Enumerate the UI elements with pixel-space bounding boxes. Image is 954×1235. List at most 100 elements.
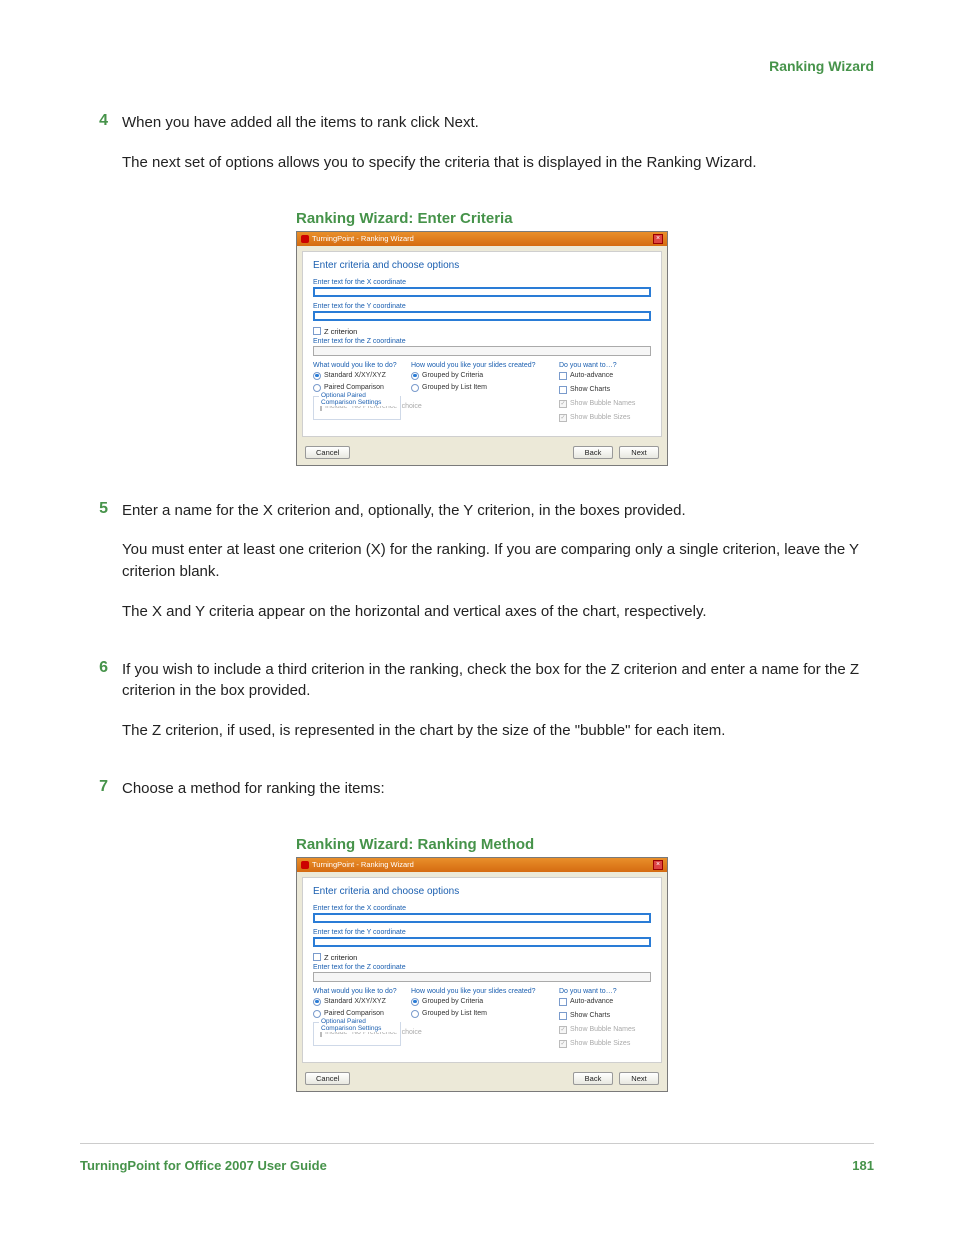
bubble-names-checkbox	[559, 400, 567, 408]
dialog-buttons: Cancel Back Next	[297, 1068, 667, 1091]
col-slides: How would you like your slides created? …	[411, 362, 549, 426]
page-content: 4 When you have added all the items to r…	[90, 112, 874, 1092]
g2-label: How would you like your slides created?	[411, 362, 549, 369]
step-number: 4	[90, 112, 108, 192]
g1-opt1[interactable]: Standard X/XY/XYZ	[313, 372, 401, 380]
dialog-heading: Enter criteria and choose options	[313, 260, 651, 271]
bubble-names-checkbox	[559, 1026, 567, 1034]
g2-label: How would you like your slides created?	[411, 988, 549, 995]
auto-advance-label: Auto-advance	[570, 372, 613, 379]
x-label: Enter text for the X coordinate	[313, 279, 651, 286]
g1-opt2[interactable]: Paired Comparison	[313, 384, 401, 392]
x-input[interactable]	[313, 913, 651, 923]
bubble-sizes-row: Show Bubble Sizes	[559, 1040, 651, 1048]
x-input[interactable]	[313, 287, 651, 297]
step7-p1: Choose a method for ranking the items:	[122, 778, 874, 800]
z-label: Enter text for the Z coordinate	[313, 964, 651, 971]
bubble-sizes-label: Show Bubble Sizes	[570, 414, 630, 421]
g2-opt1-label: Grouped by Criteria	[422, 372, 483, 379]
options-columns: What would you like to do? Standard X/XY…	[313, 362, 651, 426]
dialog-title: TurningPoint - Ranking Wizard	[312, 234, 414, 243]
next-button[interactable]: Next	[619, 1072, 659, 1085]
auto-advance-row[interactable]: Auto-advance	[559, 372, 651, 380]
z-field-group: Enter text for the Z coordinate	[313, 964, 651, 982]
paired-settings-fieldset: Optional Paired Comparison Settings Incl…	[313, 1022, 401, 1046]
radio-icon	[411, 372, 419, 380]
app-icon	[301, 861, 309, 869]
g2-opt1[interactable]: Grouped by Criteria	[411, 998, 549, 1006]
dialog-title: TurningPoint - Ranking Wizard	[312, 860, 414, 869]
x-label: Enter text for the X coordinate	[313, 905, 651, 912]
col-wantto: Do you want to…? Auto-advance Show Chart…	[559, 362, 651, 426]
dialog-heading: Enter criteria and choose options	[313, 886, 651, 897]
auto-advance-checkbox	[559, 372, 567, 380]
g1-opt1-label: Standard X/XY/XYZ	[324, 998, 386, 1005]
g1-opt2-label: Paired Comparison	[324, 384, 384, 391]
step-6: 6 If you wish to include a third criteri…	[90, 659, 874, 760]
bubble-names-row: Show Bubble Names	[559, 400, 651, 408]
step-7: 7 Choose a method for ranking the items:	[90, 778, 874, 818]
col-method: What would you like to do? Standard X/XY…	[313, 988, 401, 1052]
close-icon[interactable]: ×	[653, 860, 663, 870]
g1-opt2[interactable]: Paired Comparison	[313, 1010, 401, 1018]
step5-p2: You must enter at least one criterion (X…	[122, 539, 874, 583]
bubble-sizes-checkbox	[559, 414, 567, 422]
radio-icon	[313, 384, 321, 392]
step-number: 5	[90, 500, 108, 641]
footer-title: TurningPoint for Office 2007 User Guide	[80, 1158, 327, 1173]
back-button[interactable]: Back	[573, 1072, 613, 1085]
show-charts-row[interactable]: Show Charts	[559, 386, 651, 394]
show-charts-label: Show Charts	[570, 386, 610, 393]
page-footer: TurningPoint for Office 2007 User Guide …	[80, 1143, 874, 1173]
cancel-button[interactable]: Cancel	[305, 1072, 350, 1085]
z-checkbox[interactable]	[313, 953, 321, 961]
y-field-group: Enter text for the Y coordinate	[313, 303, 651, 321]
show-charts-checkbox	[559, 386, 567, 394]
z-input[interactable]	[313, 972, 651, 982]
bubble-sizes-row: Show Bubble Sizes	[559, 414, 651, 422]
step5-p1: Enter a name for the X criterion and, op…	[122, 500, 874, 522]
y-input[interactable]	[313, 311, 651, 321]
g1-opt1[interactable]: Standard X/XY/XYZ	[313, 998, 401, 1006]
g2-opt2-label: Grouped by List Item	[422, 1010, 487, 1017]
cancel-button[interactable]: Cancel	[305, 446, 350, 459]
back-button[interactable]: Back	[573, 446, 613, 459]
g1-opt1-label: Standard X/XY/XYZ	[324, 372, 386, 379]
fieldset-legend: Optional Paired Comparison Settings	[319, 392, 400, 406]
fieldset-legend: Optional Paired Comparison Settings	[319, 1018, 400, 1032]
next-button[interactable]: Next	[619, 446, 659, 459]
auto-advance-checkbox	[559, 998, 567, 1006]
col-slides: How would you like your slides created? …	[411, 988, 549, 1052]
y-field-group: Enter text for the Y coordinate	[313, 929, 651, 947]
show-charts-row[interactable]: Show Charts	[559, 1012, 651, 1020]
z-checkbox-row: Z criterion	[313, 327, 651, 336]
g2-opt2[interactable]: Grouped by List Item	[411, 384, 549, 392]
step-5: 5 Enter a name for the X criterion and, …	[90, 500, 874, 641]
step4-p2: The next set of options allows you to sp…	[122, 152, 874, 174]
options-columns: What would you like to do? Standard X/XY…	[313, 988, 651, 1052]
x-field-group: Enter text for the X coordinate	[313, 279, 651, 297]
y-input[interactable]	[313, 937, 651, 947]
step-number: 7	[90, 778, 108, 818]
step-body: When you have added all the items to ran…	[122, 112, 874, 192]
z-field-group: Enter text for the Z coordinate	[313, 338, 651, 356]
g2-opt2[interactable]: Grouped by List Item	[411, 1010, 549, 1018]
show-charts-label: Show Charts	[570, 1012, 610, 1019]
dialog-buttons: Cancel Back Next	[297, 442, 667, 465]
ranking-wizard-dialog: TurningPoint - Ranking Wizard × Enter cr…	[296, 231, 668, 466]
show-charts-checkbox	[559, 1012, 567, 1020]
z-input[interactable]	[313, 346, 651, 356]
g2-opt2-label: Grouped by List Item	[422, 384, 487, 391]
auto-advance-label: Auto-advance	[570, 998, 613, 1005]
auto-advance-row[interactable]: Auto-advance	[559, 998, 651, 1006]
g2-opt1[interactable]: Grouped by Criteria	[411, 372, 549, 380]
g3-label: Do you want to…?	[559, 362, 651, 369]
step5-p3: The X and Y criteria appear on the horiz…	[122, 601, 874, 623]
bubble-names-label: Show Bubble Names	[570, 1026, 635, 1033]
figure1-caption: Ranking Wizard: Enter Criteria	[296, 210, 668, 227]
close-icon[interactable]: ×	[653, 234, 663, 244]
radio-icon	[313, 1010, 321, 1018]
paired-settings-fieldset: Optional Paired Comparison Settings Incl…	[313, 396, 401, 420]
step-4: 4 When you have added all the items to r…	[90, 112, 874, 192]
z-checkbox[interactable]	[313, 327, 321, 335]
